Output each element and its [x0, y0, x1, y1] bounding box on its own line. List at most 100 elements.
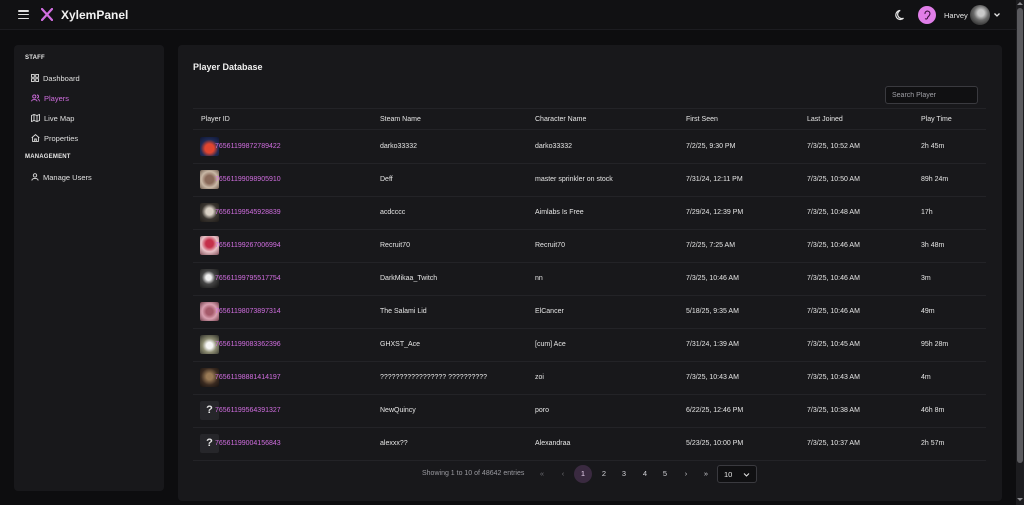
column-header[interactable]: Play Time [921, 116, 952, 123]
table-cell-first-seen: 7/2/25, 7:25 AM [686, 242, 736, 249]
notification-button[interactable] [918, 6, 936, 24]
avatar[interactable] [970, 5, 990, 25]
sidebar-item-dashboard[interactable]: Dashboard [31, 72, 80, 84]
column-header[interactable]: Character Name [535, 116, 586, 123]
sidebar: STAFF Dashboard Players Live Map Propert… [14, 45, 164, 491]
table-cell-last-joined: 7/3/25, 10:46 AM [807, 308, 860, 315]
sidebar-item-label: Manage Users [43, 172, 92, 182]
table-row[interactable]: 76561199872789422 darko33332 darko33332 7/2… [193, 131, 986, 164]
table-row[interactable]: ? 76561199004156843 alexxx?? Alexandraa 5/23… [193, 428, 986, 461]
table-cell-first-seen: 5/18/25, 9:35 AM [686, 308, 739, 315]
table-cell-first-seen: 6/22/25, 12:46 PM [686, 407, 744, 414]
first-page-button[interactable]: « [533, 465, 551, 483]
player-id-link[interactable]: 76561198073897314 [215, 308, 281, 315]
page-button[interactable]: 1 [574, 465, 592, 483]
table-row[interactable]: ? 76561199564391327 NewQuincy poro 6/22/25, … [193, 395, 986, 428]
table-cell-play-time: 49m [921, 308, 935, 315]
player-id-link[interactable]: 76561199098905910 [215, 176, 281, 183]
last-page-button[interactable]: » [697, 465, 715, 483]
table-cell-steam: The Salami Lid [380, 308, 427, 315]
table-cell-character: Alexandraa [535, 440, 571, 447]
table-row[interactable]: 76561199545928839 acdcccc Aimlabs Is Free 7… [193, 197, 986, 230]
table-cell-first-seen: 7/3/25, 10:46 AM [686, 275, 739, 282]
sidebar-item-properties[interactable]: Properties [31, 132, 78, 144]
table-cell-steam: GHXST_Ace [380, 341, 421, 348]
scroll-down-arrow[interactable] [1017, 498, 1023, 501]
table-cell-last-joined: 7/3/25, 10:37 AM [807, 440, 860, 447]
table-cell-character: ElCancer [535, 308, 564, 315]
table-cell-steam: alexxx?? [380, 440, 408, 447]
player-id-link[interactable]: 76561199267006994 [215, 242, 281, 249]
table-cell-steam: Recruit70 [380, 242, 410, 249]
page-button[interactable]: 2 [595, 465, 613, 483]
column-header[interactable]: Player ID [201, 116, 230, 123]
page-button[interactable]: 4 [636, 465, 654, 483]
table-cell-play-time: 2h 57m [921, 440, 945, 447]
player-id-link[interactable]: 76561199545928839 [215, 209, 281, 216]
table-cell-play-time: 4m [921, 374, 931, 381]
table-cell-character: poro [535, 407, 550, 414]
app-title: XylemPanel [61, 8, 129, 22]
column-header[interactable]: Last Joined [807, 116, 843, 123]
column-header[interactable]: Steam Name [380, 116, 421, 123]
sidebar-item-players[interactable]: Players [31, 92, 69, 104]
table-row[interactable]: 76561198073897314 The Salami Lid ElCancer 5… [193, 296, 986, 329]
table-cell-first-seen: 7/3/25, 10:43 AM [686, 374, 739, 381]
table-cell-steam: Deff [380, 176, 393, 183]
scroll-thumb[interactable] [1017, 8, 1023, 463]
player-id-link[interactable]: 76561199083362396 [215, 341, 281, 348]
sidebar-item-label: Players [44, 93, 70, 103]
section-label-management: MANAGEMENT [25, 154, 71, 160]
table-cell-character: nn [535, 275, 543, 282]
player-id-link[interactable]: 76561199795517754 [215, 275, 281, 282]
table-row[interactable]: 76561199267006994 Recruit70 Recruit70 7/2/2… [193, 230, 986, 263]
table-cell-play-time: 17h [921, 209, 933, 216]
table-cell-play-time: 3h 48m [921, 242, 945, 249]
table-cell-steam: ????????????????? ?????????? [380, 374, 488, 381]
player-id-link[interactable]: 76561199004156843 [215, 440, 281, 447]
sidebar-item-label: Properties [44, 133, 79, 143]
chevron-down-icon [743, 473, 750, 477]
table-cell-steam: NewQuincy [380, 407, 416, 414]
ear-icon [924, 10, 931, 20]
table-cell-character: zoi [535, 374, 544, 381]
table-cell-character: master sprinkler on stock [535, 176, 613, 183]
table-cell-character: [cum] Ace [535, 341, 566, 348]
table-cell-play-time: 3m [921, 275, 931, 282]
sidebar-item-live-map[interactable]: Live Map [31, 112, 74, 124]
player-id-link[interactable]: 76561199564391327 [215, 407, 281, 414]
table-cell-first-seen: 7/29/24, 12:39 PM [686, 209, 744, 216]
table-row[interactable]: 76561199098905910 Deff master sprinkler on… [193, 164, 986, 197]
page-scrollbar[interactable] [1016, 0, 1024, 505]
page-button[interactable]: 3 [615, 465, 633, 483]
moon-icon[interactable] [895, 9, 907, 21]
table-cell-last-joined: 7/3/25, 10:43 AM [807, 374, 860, 381]
table-cell-last-joined: 7/3/25, 10:45 AM [807, 341, 860, 348]
page-button[interactable]: 5 [656, 465, 674, 483]
page-size-select[interactable]: 10 [717, 465, 757, 483]
pagination-info: Showing 1 to 10 of 48642 entries [422, 470, 525, 477]
home-icon [31, 134, 40, 142]
table-cell-steam: darko33332 [380, 143, 417, 150]
player-id-link[interactable]: 76561198881414197 [215, 374, 281, 381]
table-cell-last-joined: 7/3/25, 10:48 AM [807, 209, 860, 216]
username: Harvey [944, 11, 968, 20]
table-row[interactable]: 76561199083362396 GHXST_Ace [cum] Ace 7/31/… [193, 329, 986, 362]
player-database-card: Player Database Player ID Steam Name Cha… [178, 45, 1002, 501]
column-header[interactable]: First Seen [686, 116, 718, 123]
next-page-button[interactable]: › [677, 465, 695, 483]
table-row[interactable]: 76561198881414197 ????????????????? ?????… [193, 362, 986, 395]
table-row[interactable]: 76561199795517754 DarkMikaa_Twitch nn 7/3/2… [193, 263, 986, 296]
chevron-down-icon[interactable] [993, 11, 1001, 19]
users-icon [31, 94, 40, 102]
table-cell-character: darko33332 [535, 143, 572, 150]
player-id-link[interactable]: 76561199872789422 [215, 143, 281, 150]
scroll-up-arrow[interactable] [1017, 2, 1023, 5]
sidebar-item-manage-users[interactable]: Manage Users [31, 171, 92, 183]
table-cell-first-seen: 7/31/24, 12:11 PM [686, 176, 743, 183]
table-cell-first-seen: 5/23/25, 10:00 PM [686, 440, 744, 447]
search-input[interactable] [885, 86, 978, 104]
menu-icon[interactable] [18, 10, 29, 20]
table-header: Player ID Steam Name Character Name Firs… [193, 108, 986, 130]
prev-page-button[interactable]: ‹ [554, 465, 572, 483]
